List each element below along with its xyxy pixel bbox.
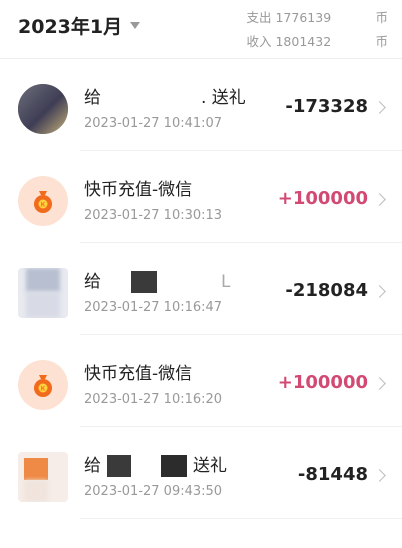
transaction-amount: -218084 — [285, 280, 368, 301]
redacted-name — [107, 455, 131, 477]
transaction-amount: -173328 — [285, 96, 368, 117]
chevron-right-icon — [373, 101, 386, 114]
month-label: 2023年1月 — [18, 16, 123, 38]
month-totals: 支出 1776139 币 收入 1801432 币 — [246, 6, 388, 54]
transaction-time: 2023-01-27 10:16:47 — [84, 300, 223, 315]
transaction-row[interactable]: K 快币充值-微信 2023-01-27 10:30:13 +100000 — [0, 151, 402, 243]
redacted-name — [131, 271, 157, 293]
svg-text:K: K — [41, 387, 46, 393]
expense-row: 支出 1776139 币 — [246, 6, 388, 30]
chevron-right-icon — [373, 469, 386, 482]
coin-bag-icon: K — [18, 176, 68, 226]
transaction-amount: +100000 — [277, 188, 368, 209]
transaction-title: 快币充值-微信 — [84, 180, 193, 200]
avatar — [18, 84, 68, 134]
transaction-time: 2023-01-27 09:43:50 — [84, 484, 223, 499]
avatar — [18, 452, 68, 502]
avatar — [18, 268, 68, 318]
expense-label: 支出 — [246, 10, 272, 25]
income-value: 1801432 — [275, 34, 332, 49]
income-label: 收入 — [246, 34, 272, 49]
transaction-time: 2023-01-27 10:16:20 — [84, 392, 223, 407]
transaction-title: 给送礼 — [84, 455, 227, 477]
coin-bag-icon: K — [18, 360, 68, 410]
transaction-row[interactable]: 给送礼 2023-01-27 09:43:50 -81448 — [0, 427, 402, 519]
caret-down-icon — [130, 22, 141, 29]
month-selector[interactable]: 2023年1月 — [18, 12, 141, 39]
redacted-name — [101, 91, 201, 105]
income-row: 收入 1801432 币 — [246, 30, 388, 54]
income-currency: 币 — [375, 34, 388, 49]
transaction-amount: +100000 — [277, 372, 368, 393]
redacted-name — [161, 455, 187, 477]
transaction-time: 2023-01-27 10:41:07 — [84, 116, 223, 131]
transaction-row[interactable]: 给L 2023-01-27 10:16:47 -218084 — [0, 243, 402, 335]
transaction-time: 2023-01-27 10:30:13 — [84, 208, 223, 223]
svg-text:K: K — [41, 203, 46, 209]
transaction-amount: -81448 — [297, 464, 368, 485]
transaction-row[interactable]: K 快币充值-微信 2023-01-27 10:16:20 +100000 — [0, 335, 402, 427]
chevron-right-icon — [373, 285, 386, 298]
chevron-right-icon — [373, 377, 386, 390]
transaction-title: 给L — [84, 271, 231, 293]
expense-currency: 币 — [375, 10, 388, 25]
expense-value: 1776139 — [275, 10, 332, 25]
transaction-title: 给. 送礼 — [84, 88, 246, 108]
transaction-title: 快币充值-微信 — [84, 364, 193, 384]
chevron-right-icon — [373, 193, 386, 206]
transaction-row[interactable]: 给. 送礼 2023-01-27 10:41:07 -173328 — [0, 59, 402, 151]
page-header: 2023年1月 支出 1776139 币 收入 1801432 币 — [0, 0, 402, 59]
